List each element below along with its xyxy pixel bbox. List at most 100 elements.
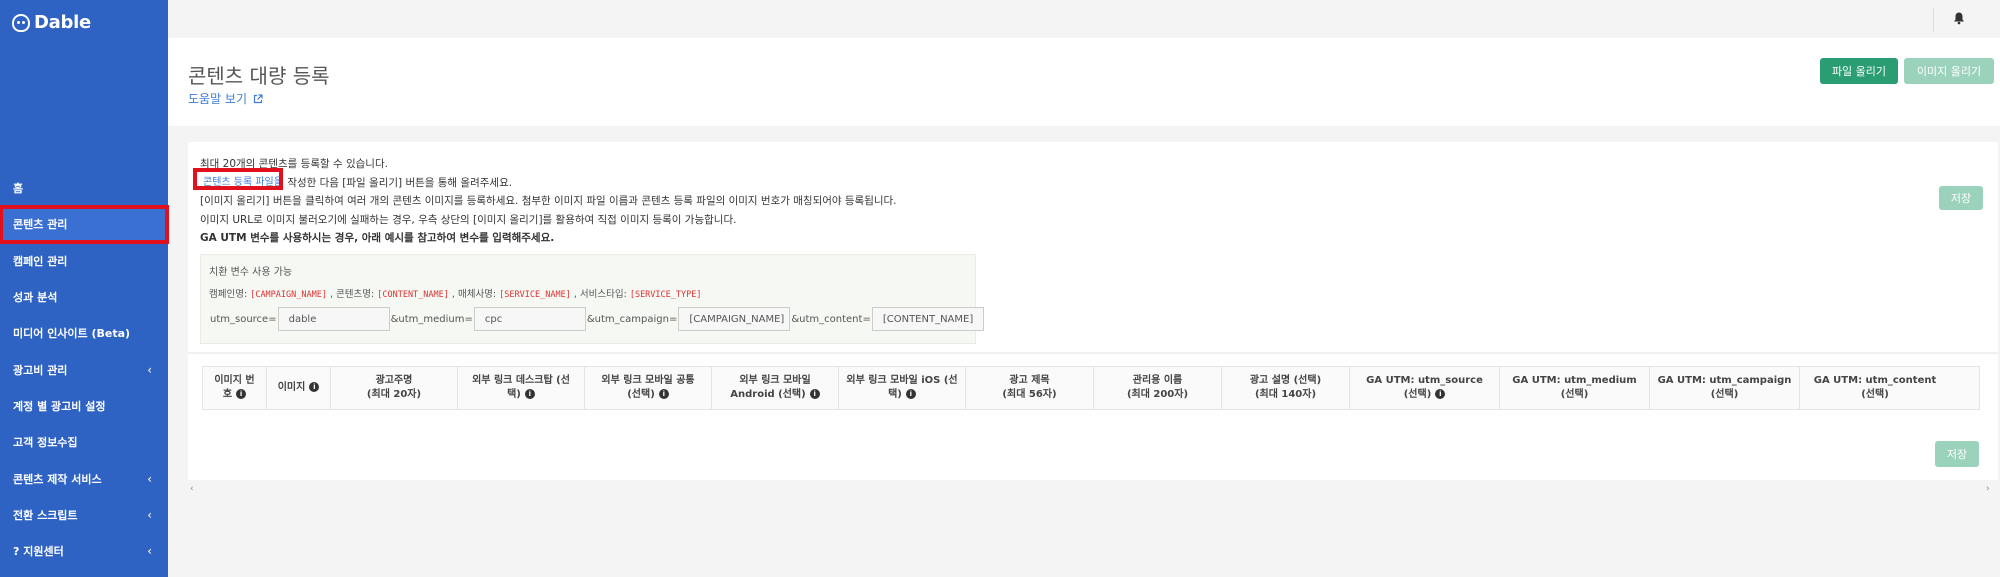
utm-param-field: dable bbox=[277, 307, 390, 331]
column-header[interactable]: 이미지 i bbox=[267, 367, 331, 409]
column-header-text: Android (선택) i bbox=[730, 388, 820, 402]
chevron-left-icon: ‹ bbox=[147, 507, 152, 522]
column-header-label: GA UTM: utm_medium bbox=[1512, 375, 1637, 386]
info-icon[interactable]: i bbox=[905, 389, 916, 399]
column-header-text: (선택) i bbox=[601, 388, 694, 402]
column-header-label: (최대 140자) bbox=[1254, 389, 1317, 400]
sidebar-item-label: 미디어 인사이트 (Beta) bbox=[13, 327, 131, 341]
column-header-text: (최대 140자) bbox=[1250, 388, 1321, 402]
column-header-text: 광고 제목 bbox=[1002, 374, 1056, 388]
column-header-label: (최대 200자) bbox=[1126, 389, 1189, 400]
info-icon[interactable]: i bbox=[809, 389, 820, 399]
sidebar-item[interactable]: 계정 별 광고비 설정 bbox=[0, 388, 168, 424]
info-icon[interactable]: i bbox=[524, 389, 535, 399]
variable-code: [CONTENT_NAME] bbox=[377, 290, 449, 300]
column-header-label: 관리용 이름 bbox=[1132, 375, 1183, 386]
column-header[interactable]: 외부 링크 모바일 공통 (선택) i bbox=[585, 367, 712, 409]
column-header-text: (최대 20자) bbox=[367, 388, 421, 402]
bell-icon[interactable] bbox=[1952, 11, 1966, 25]
sidebar-item[interactable]: 성과 분석 bbox=[0, 279, 168, 315]
help-link[interactable]: 도움말 보기 bbox=[188, 90, 263, 107]
sidebar-item-label: 콘텐츠 관리 bbox=[13, 218, 68, 232]
sidebar-item[interactable]: 미디어 인사이트 (Beta) bbox=[0, 315, 168, 351]
variable-label: , 콘텐츠명: bbox=[330, 289, 375, 300]
sidebar-item-label: 전환 스크립트 bbox=[13, 508, 78, 522]
save-button-bottom[interactable]: 저장 bbox=[1935, 441, 1979, 467]
column-header[interactable]: 외부 링크 데스크탑 (선택) i bbox=[458, 367, 585, 409]
help-link-label: 도움말 보기 bbox=[188, 92, 248, 106]
topbar bbox=[168, 0, 2000, 38]
column-header[interactable]: GA UTM: utm_medium (선택) bbox=[1500, 367, 1650, 409]
sidebar-item[interactable]: 캠페인 관리 bbox=[0, 243, 168, 279]
sidebar-item-label: 광고비 관리 bbox=[13, 363, 68, 377]
column-header-text: 외부 링크 모바일 공통 bbox=[601, 374, 694, 388]
column-header-text: 택) i bbox=[472, 388, 570, 402]
utm-param-label: &utm_medium= bbox=[390, 313, 473, 325]
column-header[interactable]: 관리용 이름 (최대 200자) bbox=[1094, 367, 1222, 409]
sidebar-item[interactable]: 콘텐츠 제작 서비스 ‹ bbox=[0, 460, 168, 496]
column-header[interactable]: 광고 제목 (최대 56자) bbox=[966, 367, 1094, 409]
column-header-text: 이미지 i bbox=[278, 381, 320, 395]
column-header-label: 택) bbox=[888, 389, 902, 400]
sidebar-nav: 홈콘텐츠 관리캠페인 관리성과 분석미디어 인사이트 (Beta) 광고비 관리 ‹… bbox=[0, 170, 169, 569]
scroll-left-arrow[interactable]: ‹ bbox=[190, 484, 194, 494]
sidebar-item[interactable]: 콘텐츠 관리 bbox=[0, 205, 169, 244]
upload-image-button[interactable]: 이미지 올리기 bbox=[1904, 58, 1994, 84]
column-header-text: 호i bbox=[214, 388, 254, 402]
column-header[interactable]: 광고 설명 (선택) (최대 140자) bbox=[1222, 367, 1350, 409]
column-header-text: (선택) bbox=[1512, 388, 1636, 402]
info-icon[interactable]: i bbox=[309, 382, 320, 392]
utm-param-field: cpc bbox=[473, 307, 586, 331]
sidebar-item[interactable]: 광고비 관리 ‹ bbox=[0, 351, 168, 387]
sidebar-item[interactable]: 고객 정보수집 bbox=[0, 424, 168, 460]
content-table-header: 이미지 번 호 i 이미지 i 광고주명 (최대 20자) 외부 링크 데스크탑 (선 택) i 외… bbox=[202, 366, 1980, 410]
sidebar-item[interactable]: 홈 bbox=[0, 170, 168, 206]
instruction-line: 콘텐츠 등록 파일을 작성한 다음 [파일 올리기] 버튼을 통해 올려주세요. bbox=[287, 176, 513, 189]
column-header[interactable]: GA UTM: utm_content (선택) bbox=[1800, 367, 1950, 409]
instructions: 최대 20개의 콘텐츠를 등록할 수 있습니다. 콘텐츠 등록 파일을 작성한 … bbox=[200, 155, 897, 248]
info-icon[interactable]: i bbox=[658, 389, 669, 399]
utm-example-row: utm_source= dable &utm_medium= cpc &utm_camp… bbox=[209, 307, 984, 331]
sidebar-item[interactable]: ? 지원센터 ‹ bbox=[0, 533, 168, 569]
column-header[interactable]: 광고주명 (최대 20자) bbox=[331, 367, 458, 409]
save-button-top[interactable]: 저장 bbox=[1939, 186, 1983, 210]
sidebar-item-label: 계정 별 광고비 설정 bbox=[13, 399, 106, 413]
chevron-left-icon: ‹ bbox=[147, 544, 152, 559]
column-header-text: 외부 링크 모바일 bbox=[730, 374, 819, 388]
info-icon[interactable]: i bbox=[1435, 389, 1446, 399]
column-header-label: 외부 링크 데스크탑 (선 bbox=[472, 375, 570, 386]
column-header-label: 외부 링크 모바일 iOS (선 bbox=[846, 375, 958, 386]
column-header[interactable]: 이미지 번호i bbox=[203, 367, 267, 409]
column-header[interactable]: 외부 링크 모바일 Android (선택) i bbox=[712, 367, 839, 409]
sidebar-item-label: 캠페인 관리 bbox=[13, 254, 68, 268]
column-header[interactable]: GA UTM: utm_campaign (선택) bbox=[1650, 367, 1800, 409]
instruction-line: 최대 20개의 콘텐츠를 등록할 수 있습니다. bbox=[200, 158, 388, 170]
sidebar-item[interactable]: 전환 스크립트 ‹ bbox=[0, 497, 168, 533]
column-header-label: 이미지 번 bbox=[214, 375, 255, 386]
column-header-label: 광고 제목 bbox=[1009, 375, 1050, 386]
page-title: 콘텐츠 대량 등록 bbox=[188, 64, 330, 88]
chevron-left-icon: ‹ bbox=[147, 362, 152, 377]
scroll-right-arrow[interactable]: › bbox=[1986, 484, 1990, 494]
column-header-text: 택) i bbox=[846, 388, 957, 402]
column-header-label: (선택) bbox=[1861, 389, 1889, 400]
logo[interactable]: Dable bbox=[12, 12, 91, 33]
column-header-label: 택) bbox=[507, 389, 521, 400]
instruction-line: 이미지 URL로 이미지 불러오기에 실패하는 경우, 우측 상단의 [이미지 … bbox=[200, 213, 737, 226]
column-header-text: GA UTM: utm_medium bbox=[1512, 374, 1636, 388]
column-header-text: (선택) bbox=[1658, 388, 1792, 402]
variable-label: , 매체사명: bbox=[451, 289, 497, 300]
column-header[interactable]: GA UTM: utm_source (선택) i bbox=[1350, 367, 1500, 409]
utm-param-label: &utm_content= bbox=[791, 313, 871, 325]
column-header-label: GA UTM: utm_content bbox=[1813, 375, 1937, 386]
column-header-text: GA UTM: utm_source bbox=[1366, 374, 1483, 388]
column-header-label: (선택) bbox=[627, 389, 655, 400]
info-icon[interactable]: i bbox=[236, 389, 247, 399]
utm-param-label: utm_source= bbox=[210, 313, 277, 325]
upload-file-button[interactable]: 파일 올리기 bbox=[1820, 58, 1898, 84]
bulk-register-card: 최대 20개의 콘텐츠를 등록할 수 있습니다. 콘텐츠 등록 파일을 작성한 … bbox=[188, 142, 1998, 494]
column-header-label: 외부 링크 모바일 공통 bbox=[601, 375, 695, 386]
column-header[interactable]: 외부 링크 모바일 iOS (선택) i bbox=[839, 367, 966, 409]
column-header-label: (최대 20자) bbox=[366, 389, 422, 400]
sidebar-item-label: ? 지원센터 bbox=[13, 545, 64, 559]
